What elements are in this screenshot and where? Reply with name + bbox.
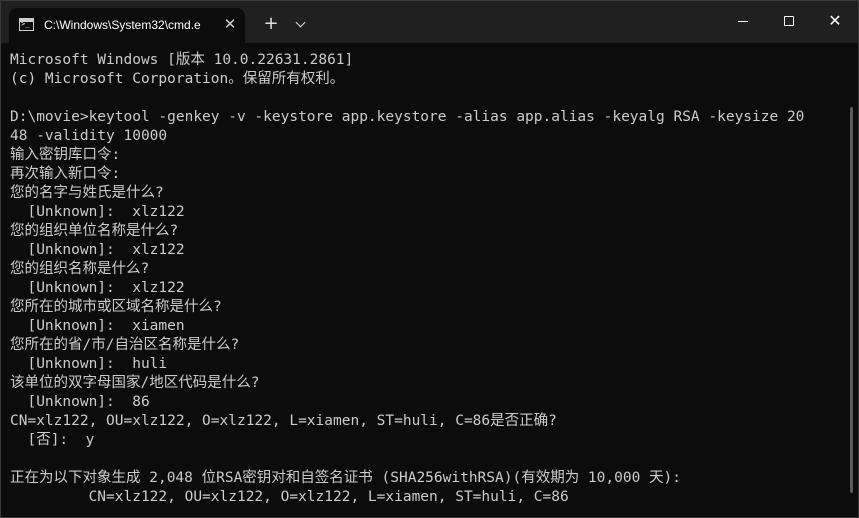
new-tab-button[interactable]: + (259, 13, 283, 35)
close-icon: ✕ (828, 11, 842, 30)
scrollbar[interactable] (850, 45, 854, 513)
console-line: 您的名字与姓氏是什么? (10, 185, 164, 201)
console-line: [Unknown]: huli (10, 356, 168, 372)
console-line: CN=xlz122, OU=xlz122, O=xlz122, L=xiamen… (10, 489, 569, 505)
console-line: 输入密钥库口令: (10, 147, 121, 163)
console-line: 您的组织名称是什么? (10, 261, 150, 277)
console-line: [Unknown]: 86 (10, 394, 150, 410)
console-line: Microsoft Windows [版本 10.0.22631.2861] (10, 52, 354, 68)
title-bar[interactable]: C:\Windows\System32\cmd.e ✕ + ✕ (1, 1, 858, 43)
console-line: 正在为以下对象生成 2,048 位RSA密钥对和自签名证书 (SHA256wit… (10, 470, 681, 486)
console-line: [Unknown]: xiamen (10, 318, 185, 334)
chevron-down-icon (295, 17, 306, 28)
close-window-button[interactable]: ✕ (812, 1, 858, 41)
terminal-icon (19, 18, 34, 31)
maximize-button[interactable] (766, 1, 812, 41)
tab-dropdown-button[interactable] (290, 13, 312, 35)
console-line: [Unknown]: xlz122 (10, 242, 185, 258)
console-line: 该单位的双字母国家/地区代码是什么? (10, 375, 260, 391)
console-line: 您所在的城市或区域名称是什么? (10, 299, 222, 315)
maximize-icon (784, 16, 794, 26)
minimize-icon (738, 21, 748, 22)
minimize-button[interactable] (720, 1, 766, 41)
console-line: [否]: y (10, 432, 95, 448)
console-line: 您所在的省/市/自治区名称是什么? (10, 337, 240, 353)
console-line: 48 -validity 10000 (10, 128, 168, 144)
tab-title: C:\Windows\System32\cmd.e (44, 18, 201, 32)
console-line: (c) Microsoft Corporation。保留所有权利。 (10, 71, 345, 87)
tab-cmd[interactable]: C:\Windows\System32\cmd.e ✕ (9, 8, 245, 43)
console-line: 再次输入新口令: (10, 166, 121, 182)
terminal-window: C:\Windows\System32\cmd.e ✕ + ✕ Microsof… (0, 0, 859, 518)
console-line: 您的组织单位名称是什么? (10, 223, 179, 239)
console-output[interactable]: Microsoft Windows [版本 10.0.22631.2861] (c… (10, 51, 840, 513)
console-line: [Unknown]: xlz122 (10, 204, 185, 220)
scrollbar-thumb[interactable] (850, 107, 853, 493)
console-line: [Unknown]: xlz122 (10, 280, 185, 296)
console-line: CN=xlz122, OU=xlz122, O=xlz122, L=xiamen… (10, 413, 557, 429)
tab-close-icon[interactable]: ✕ (221, 15, 239, 33)
console-line: D:\movie>keytool -genkey -v -keystore ap… (10, 109, 805, 125)
